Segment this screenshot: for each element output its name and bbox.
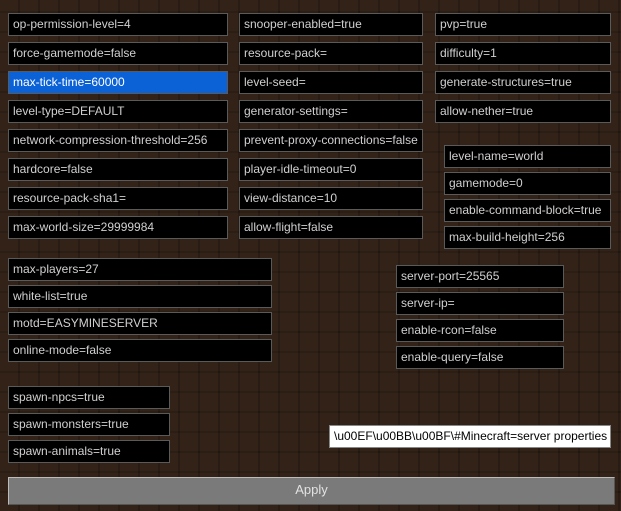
prop-allow-flight[interactable]: allow-flight=false <box>239 216 423 239</box>
apply-button[interactable]: Apply <box>8 477 615 505</box>
prop-max-build-height[interactable]: max-build-height=256 <box>444 226 611 249</box>
prop-prevent-proxy-connections[interactable]: prevent-proxy-connections=false <box>239 129 423 152</box>
prop-difficulty[interactable]: difficulty=1 <box>435 42 611 65</box>
prop-player-idle-timeout[interactable]: player-idle-timeout=0 <box>239 158 423 181</box>
footer-raw-input[interactable]: \u00EF\u00BB\u00BF\#Minecraft=server pro… <box>329 425 611 448</box>
prop-op-permission-level[interactable]: op-permission-level=4 <box>8 13 228 36</box>
prop-force-gamemode[interactable]: force-gamemode=false <box>8 42 228 65</box>
prop-gamemode[interactable]: gamemode=0 <box>444 172 611 195</box>
prop-enable-command-block[interactable]: enable-command-block=true <box>444 199 611 222</box>
prop-white-list[interactable]: white-list=true <box>8 285 272 308</box>
server-properties-panel: op-permission-level=4 force-gamemode=fal… <box>0 0 621 511</box>
prop-level-name[interactable]: level-name=world <box>444 145 611 168</box>
prop-enable-rcon[interactable]: enable-rcon=false <box>396 319 564 342</box>
prop-pvp[interactable]: pvp=true <box>435 13 611 36</box>
prop-max-players[interactable]: max-players=27 <box>8 258 272 281</box>
prop-motd[interactable]: motd=EASYMINESERVER <box>8 312 272 335</box>
prop-resource-pack[interactable]: resource-pack= <box>239 42 423 65</box>
prop-max-tick-time[interactable]: max-tick-time=60000 <box>8 71 228 94</box>
prop-level-type[interactable]: level-type=DEFAULT <box>8 100 228 123</box>
prop-server-port[interactable]: server-port=25565 <box>396 265 564 288</box>
prop-generator-settings[interactable]: generator-settings= <box>239 100 423 123</box>
prop-enable-query[interactable]: enable-query=false <box>396 346 564 369</box>
prop-spawn-npcs[interactable]: spawn-npcs=true <box>8 386 170 409</box>
prop-server-ip[interactable]: server-ip= <box>396 292 564 315</box>
prop-resource-pack-sha1[interactable]: resource-pack-sha1= <box>8 187 228 210</box>
prop-allow-nether[interactable]: allow-nether=true <box>435 100 611 123</box>
prop-view-distance[interactable]: view-distance=10 <box>239 187 423 210</box>
prop-spawn-animals[interactable]: spawn-animals=true <box>8 440 170 463</box>
prop-spawn-monsters[interactable]: spawn-monsters=true <box>8 413 170 436</box>
prop-level-seed[interactable]: level-seed= <box>239 71 423 94</box>
prop-hardcore[interactable]: hardcore=false <box>8 158 228 181</box>
prop-online-mode[interactable]: online-mode=false <box>8 339 272 362</box>
prop-max-world-size[interactable]: max-world-size=29999984 <box>8 216 228 239</box>
prop-snooper-enabled[interactable]: snooper-enabled=true <box>239 13 423 36</box>
prop-generate-structures[interactable]: generate-structures=true <box>435 71 611 94</box>
prop-network-compression-threshold[interactable]: network-compression-threshold=256 <box>8 129 228 152</box>
